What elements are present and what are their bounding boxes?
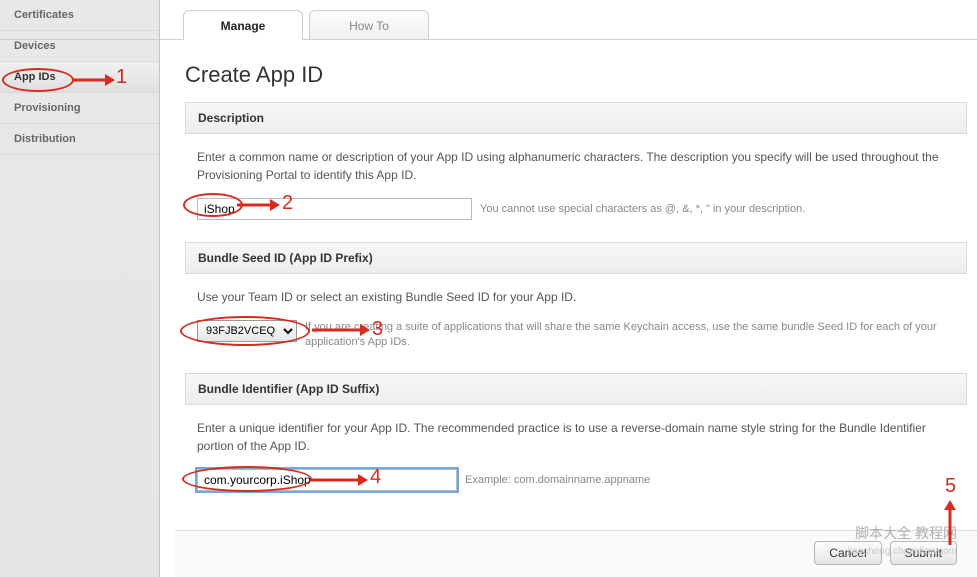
tab-howto[interactable]: How To <box>309 10 429 40</box>
sidebar-item-label: App IDs <box>14 71 56 83</box>
description-text: Enter a common name or description of yo… <box>197 148 955 184</box>
sidebar-item-devices[interactable]: Devices <box>0 31 159 62</box>
tab-manage[interactable]: Manage <box>183 10 303 40</box>
content: Manage How To Create App ID Description … <box>175 0 977 577</box>
bundle-seed-select[interactable]: 93FJB2VCEQ <box>197 320 297 342</box>
section-heading-bundle-identifier: Bundle Identifier (App ID Suffix) <box>185 373 967 405</box>
watermark-sub: jiaocheng.chazidian.com <box>847 546 957 557</box>
sidebar-item-certificates[interactable]: Certificates <box>0 0 159 31</box>
sidebar-item-label: Certificates <box>14 9 74 21</box>
bundle-seed-text: Use your Team ID or select an existing B… <box>197 288 955 306</box>
sidebar: Certificates Devices App IDs Provisionin… <box>0 0 160 577</box>
sidebar-item-label: Provisioning <box>14 102 81 114</box>
tab-label: Manage <box>221 19 266 33</box>
description-hint: You cannot use special characters as @, … <box>480 201 805 218</box>
section-description: Description Enter a common name or descr… <box>185 102 967 242</box>
section-heading-description: Description <box>185 102 967 134</box>
sidebar-item-distribution[interactable]: Distribution <box>0 124 159 155</box>
bundle-id-text: Enter a unique identifier for your App I… <box>197 419 955 455</box>
section-bundle-seed: Bundle Seed ID (App ID Prefix) Use your … <box>185 242 967 373</box>
bundle-seed-hint: If you are creating a suite of applicati… <box>305 320 955 351</box>
sidebar-item-label: Distribution <box>14 133 76 145</box>
tabs: Manage How To <box>183 10 977 40</box>
page-title: Create App ID <box>185 62 977 88</box>
description-input[interactable] <box>197 198 472 220</box>
sidebar-item-provisioning[interactable]: Provisioning <box>0 93 159 124</box>
bundle-identifier-input[interactable] <box>197 469 457 491</box>
tab-label: How To <box>349 19 389 33</box>
bundle-identifier-hint: Example: com.domainname.appname <box>465 472 650 489</box>
section-bundle-identifier: Bundle Identifier (App ID Suffix) Enter … <box>185 373 967 513</box>
sidebar-item-label: Devices <box>14 40 56 52</box>
watermark-main: 脚本大全 教程网 <box>855 523 957 543</box>
sidebar-item-app-ids[interactable]: App IDs <box>0 62 159 93</box>
section-heading-bundle-seed: Bundle Seed ID (App ID Prefix) <box>185 242 967 274</box>
